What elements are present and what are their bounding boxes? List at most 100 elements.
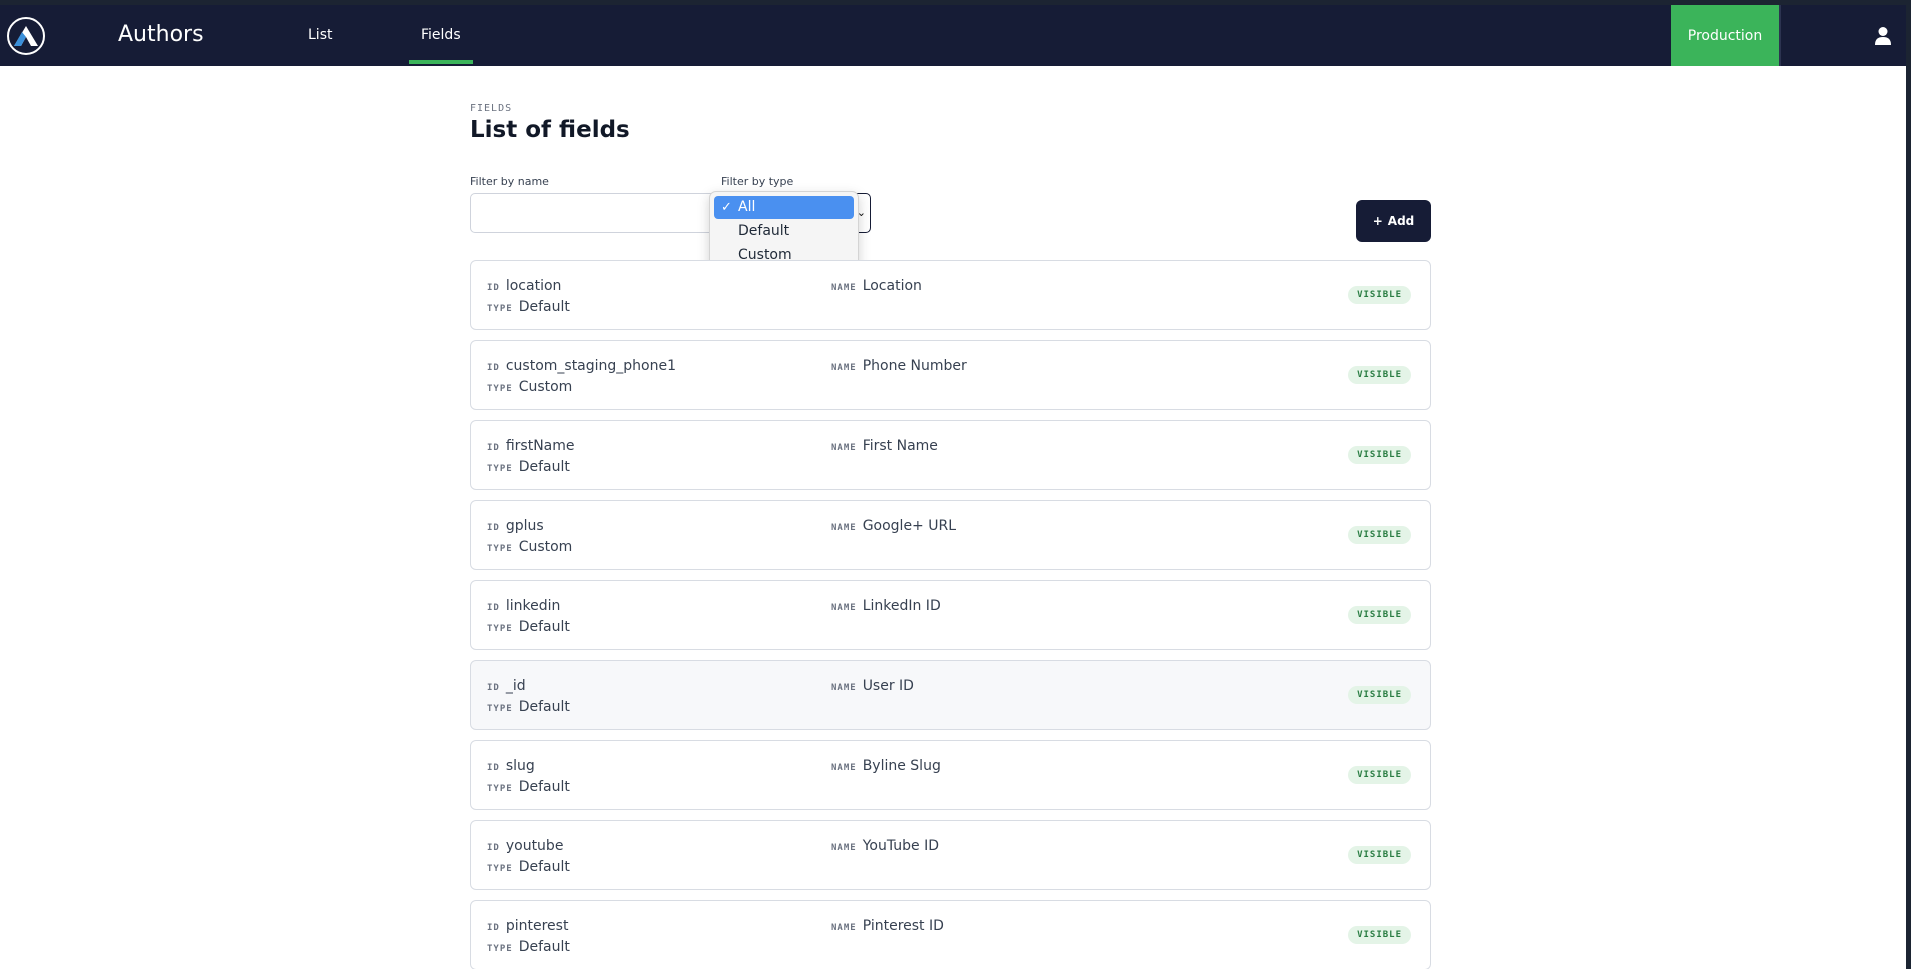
top-navigation-bar: Authors List Fields Production — [0, 5, 1906, 66]
field-type-value: Default — [518, 459, 570, 475]
field-type-value: Default — [518, 859, 570, 875]
field-type-value: Default — [518, 619, 570, 635]
id-key: ID — [487, 843, 500, 853]
field-type-value: Default — [518, 299, 570, 315]
name-key: NAME — [831, 363, 857, 373]
tab-list[interactable]: List — [308, 27, 332, 43]
field-row[interactable]: ID gplus TYPE Custom NAME Google+ URL VISIBLE — [470, 500, 1431, 570]
field-row[interactable]: ID custom_staging_phone1 TYPE Custom NAME Pho… — [470, 340, 1431, 410]
id-key: ID — [487, 283, 500, 293]
type-key: TYPE — [487, 464, 513, 474]
field-id: ID pinterest — [487, 918, 568, 934]
status-badge: VISIBLE — [1348, 526, 1411, 544]
field-name: NAME User ID — [831, 678, 914, 694]
field-name-value: Pinterest ID — [862, 918, 944, 934]
field-name-value: Google+ URL — [862, 518, 957, 534]
field-name-value: Byline Slug — [862, 758, 941, 774]
field-name-value: First Name — [862, 438, 938, 454]
status-badge: VISIBLE — [1348, 926, 1411, 944]
name-key: NAME — [831, 683, 857, 693]
field-type: TYPE Default — [487, 299, 570, 315]
name-key: NAME — [831, 283, 857, 293]
field-id: ID location — [487, 278, 561, 294]
field-name-value: LinkedIn ID — [862, 598, 941, 614]
field-row[interactable]: ID linkedin TYPE Default NAME LinkedIn ID VISI… — [470, 580, 1431, 650]
field-name: NAME Phone Number — [831, 358, 967, 374]
field-id: ID firstName — [487, 438, 575, 454]
field-type-value: Default — [518, 779, 570, 795]
filter-name-input[interactable] — [470, 193, 716, 233]
field-name-value: Location — [862, 278, 922, 294]
field-id: ID youtube — [487, 838, 563, 854]
field-row[interactable]: ID location TYPE Default NAME Location VISIBLE — [470, 260, 1431, 330]
field-id-value: firstName — [505, 438, 575, 454]
field-id-value: _id — [505, 678, 526, 694]
name-key: NAME — [831, 443, 857, 453]
user-icon[interactable] — [1874, 26, 1892, 46]
field-name: NAME YouTube ID — [831, 838, 939, 854]
name-key: NAME — [831, 523, 857, 533]
field-id-value: pinterest — [505, 918, 569, 934]
field-id-value: custom_staging_phone1 — [505, 358, 677, 374]
status-badge: VISIBLE — [1348, 286, 1411, 304]
filter-type-label: Filter by type — [721, 175, 794, 188]
name-key: NAME — [831, 923, 857, 933]
logo-icon[interactable] — [7, 17, 45, 55]
field-id: ID _id — [487, 678, 526, 694]
field-id: ID linkedin — [487, 598, 560, 614]
field-row[interactable]: ID firstName TYPE Default NAME First Name VISI… — [470, 420, 1431, 490]
id-key: ID — [487, 523, 500, 533]
status-badge: VISIBLE — [1348, 766, 1411, 784]
type-key: TYPE — [487, 624, 513, 634]
checkmark-icon: ✓ — [721, 200, 732, 215]
page-eyebrow: FIELDS — [470, 103, 513, 114]
field-name: NAME First Name — [831, 438, 938, 454]
field-type-value: Custom — [518, 379, 573, 395]
type-key: TYPE — [487, 864, 513, 874]
field-id-value: slug — [505, 758, 535, 774]
status-badge: VISIBLE — [1348, 446, 1411, 464]
field-row[interactable]: ID slug TYPE Default NAME Byline Slug VISIBLE — [470, 740, 1431, 810]
type-key: TYPE — [487, 944, 513, 954]
filter-name-label: Filter by name — [470, 175, 549, 188]
field-row[interactable]: ID youtube TYPE Default NAME YouTube ID VISIBL… — [470, 820, 1431, 890]
page-title: List of fields — [470, 117, 630, 143]
add-field-button[interactable]: + Add — [1356, 200, 1431, 242]
type-key: TYPE — [487, 384, 513, 394]
field-id: ID slug — [487, 758, 535, 774]
environment-button[interactable]: Production — [1671, 5, 1779, 66]
status-badge: VISIBLE — [1348, 366, 1411, 384]
environment-label: Production — [1687, 27, 1763, 44]
field-type-value: Default — [518, 939, 570, 955]
field-name: NAME LinkedIn ID — [831, 598, 941, 614]
field-name: NAME Byline Slug — [831, 758, 941, 774]
field-name: NAME Pinterest ID — [831, 918, 944, 934]
field-name: NAME Google+ URL — [831, 518, 956, 534]
divider — [1779, 5, 1781, 66]
field-name-value: User ID — [862, 678, 914, 694]
plus-icon: + — [1372, 214, 1383, 228]
field-type: TYPE Default — [487, 939, 570, 955]
id-key: ID — [487, 923, 500, 933]
field-row[interactable]: ID pinterest TYPE Default NAME Pinterest ID VI… — [470, 900, 1431, 969]
field-id-value: gplus — [505, 518, 544, 534]
status-badge: VISIBLE — [1348, 606, 1411, 624]
field-name: NAME Location — [831, 278, 922, 294]
field-id-value: linkedin — [505, 598, 561, 614]
tab-fields[interactable]: Fields — [409, 27, 473, 64]
field-id-value: location — [505, 278, 562, 294]
field-row[interactable]: ID _id TYPE Default NAME User ID VISIBLE — [470, 660, 1431, 730]
status-badge: VISIBLE — [1348, 686, 1411, 704]
scrollbar[interactable] — [1906, 5, 1911, 969]
dropdown-option-all[interactable]: ✓ All — [714, 196, 854, 219]
fields-list: ID location TYPE Default NAME Location VISIBLE… — [470, 260, 1431, 969]
id-key: ID — [487, 763, 500, 773]
field-name-value: YouTube ID — [862, 838, 939, 854]
type-key: TYPE — [487, 544, 513, 554]
dropdown-option-default[interactable]: Default — [714, 220, 854, 243]
field-type-value: Custom — [518, 539, 573, 555]
name-key: NAME — [831, 763, 857, 773]
field-type-value: Default — [518, 699, 570, 715]
type-key: TYPE — [487, 704, 513, 714]
field-type: TYPE Custom — [487, 539, 572, 555]
